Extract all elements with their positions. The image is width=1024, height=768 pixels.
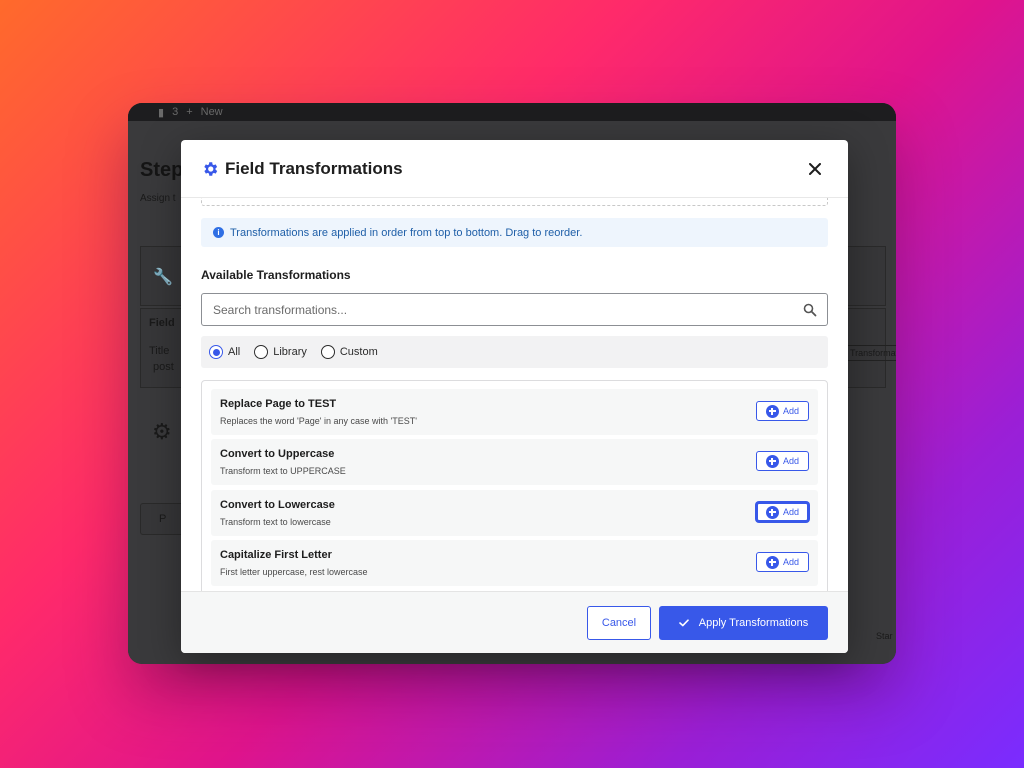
filter-custom[interactable]: Custom [320, 345, 378, 359]
item-description: Replaces the word 'Page' in any case wit… [220, 416, 417, 426]
item-name: Convert to Lowercase [220, 499, 335, 511]
page-subtitle: Assign t [140, 193, 176, 204]
field-header: Field [149, 317, 175, 329]
item-description: First letter uppercase, rest lowercase [220, 567, 368, 577]
radio-all[interactable] [209, 345, 223, 359]
drop-zone [201, 198, 828, 206]
comments-icon[interactable]: ▮ [158, 106, 164, 119]
modal-body: i Transformations are applied in order f… [181, 198, 848, 591]
item-description: Transform text to UPPERCASE [220, 466, 346, 476]
radio-custom[interactable] [320, 345, 335, 359]
item-name: Capitalize First Letter [220, 549, 332, 561]
field-transformations-modal: Field Transformations i Transformations … [181, 140, 848, 653]
new-link[interactable]: New [201, 106, 223, 118]
filter-custom-label: Custom [339, 346, 378, 358]
add-button[interactable]: Add [756, 502, 809, 522]
modal-title: Field Transformations [225, 158, 403, 178]
add-label: Add [782, 406, 799, 416]
close-button[interactable] [804, 158, 826, 180]
add-label: Add [782, 507, 799, 517]
modal-header: Field Transformations [181, 140, 848, 198]
add-label: Add [782, 456, 799, 466]
radio-library[interactable] [254, 345, 269, 359]
filter-library[interactable]: Library [254, 345, 307, 359]
filter-all[interactable]: All [209, 345, 240, 359]
apply-transformations-button[interactable]: Apply Transformations [659, 606, 828, 640]
modal-footer: Cancel Apply Transformations [181, 591, 848, 653]
field-title: Title [149, 345, 170, 357]
footer-text: Star [876, 631, 893, 641]
info-text: Transformations are applied in order fro… [230, 226, 583, 239]
gear-bg-icon: ⚙ [152, 419, 172, 444]
search-box [201, 293, 828, 326]
plus-circle-icon [765, 505, 779, 519]
plus-icon[interactable]: + [186, 106, 192, 118]
list-item: Replace Page to TEST Replaces the word '… [211, 389, 818, 435]
add-label: Add [782, 557, 799, 567]
filter-bar: All Library Custom [201, 336, 828, 368]
transformations-button[interactable]: Transformat [845, 345, 896, 361]
plus-circle-icon [765, 404, 779, 418]
add-button[interactable]: Add [756, 552, 809, 572]
checkmark-icon [678, 619, 689, 627]
search-input[interactable] [202, 294, 827, 325]
filter-library-label: Library [273, 346, 307, 358]
info-notice: i Transformations are applied in order f… [201, 218, 828, 247]
comments-count: 3 [172, 106, 179, 118]
item-name: Replace Page to TEST [220, 398, 337, 410]
list-item: Capitalize First Letter First letter upp… [211, 540, 818, 586]
list-item: Convert to Lowercase Transform text to l… [211, 490, 818, 536]
plus-circle-icon [765, 555, 779, 569]
add-button[interactable]: Add [756, 451, 809, 471]
filter-all-label: All [228, 346, 241, 358]
add-button[interactable]: Add [756, 401, 809, 421]
close-icon [809, 163, 821, 175]
list-item: Convert to Uppercase Transform text to U… [211, 439, 818, 485]
plus-circle-icon [765, 454, 779, 468]
item-name: Convert to Uppercase [220, 448, 335, 460]
admin-bar: ▮ 3 + New [128, 103, 896, 121]
wrench-icon: 🔧 [153, 269, 173, 286]
transformations-list: Replace Page to TEST Replaces the word '… [201, 380, 828, 591]
gear-icon [204, 161, 218, 176]
section-title: Available Transformations [201, 268, 351, 282]
field-value: post [153, 361, 174, 373]
info-icon: i [213, 227, 224, 238]
apply-label: Apply Transformations [698, 617, 809, 629]
page-title: Step [140, 159, 184, 181]
cancel-button[interactable]: Cancel [587, 606, 651, 640]
item-description: Transform text to lowercase [220, 517, 331, 527]
search-icon [803, 303, 817, 317]
